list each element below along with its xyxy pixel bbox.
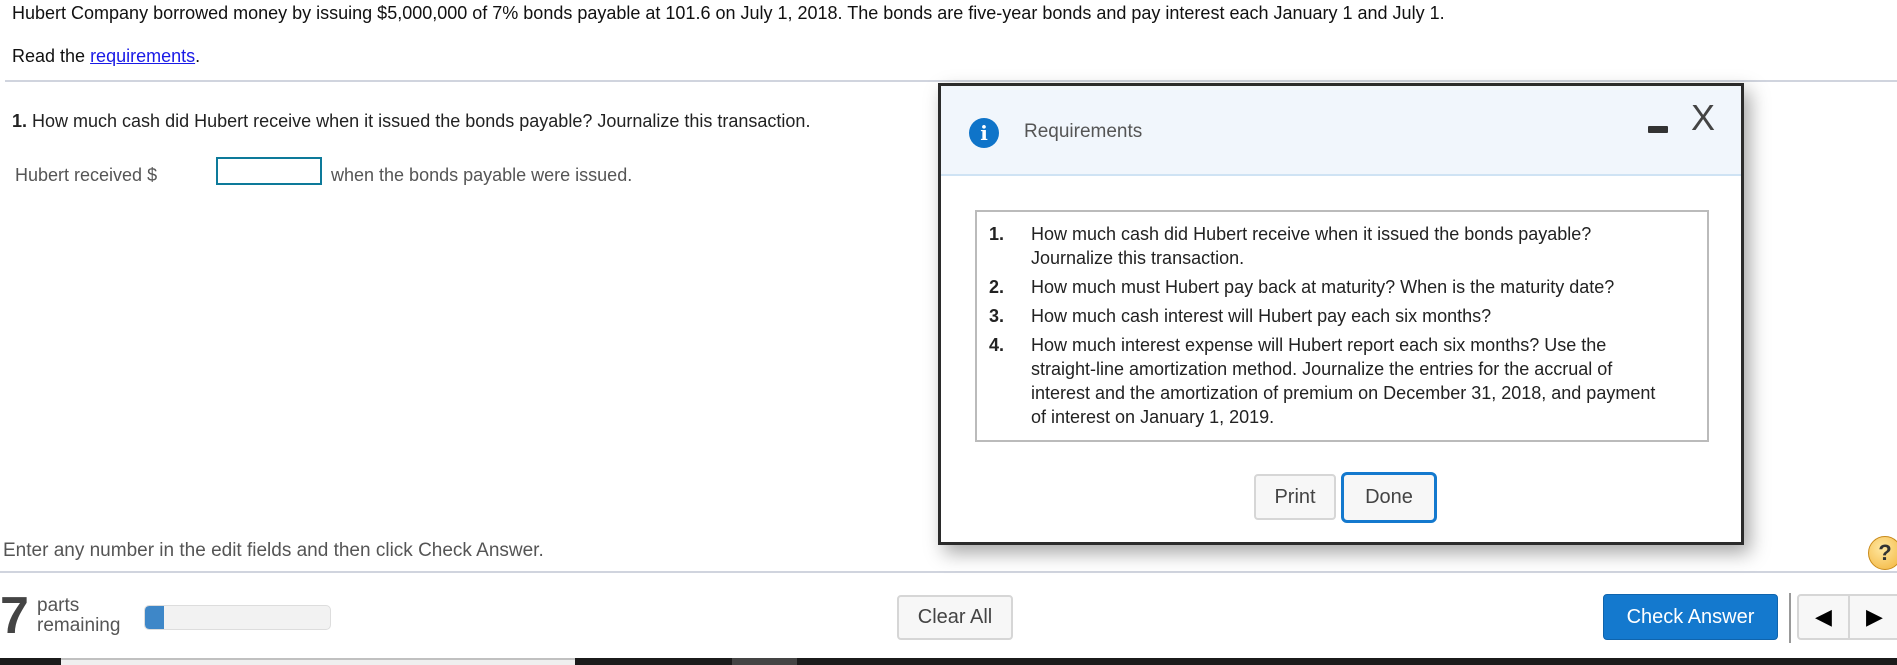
requirement-text: How much cash did Hubert receive when it… <box>1031 224 1592 268</box>
progress-fill <box>145 606 164 629</box>
requirements-link[interactable]: requirements <box>90 46 195 66</box>
print-button[interactable]: Print <box>1254 474 1336 520</box>
requirement-item: 3. How much cash interest will Hubert pay… <box>977 304 1707 328</box>
read-prefix: Read the <box>12 46 91 66</box>
requirement-text: How much cash interest will Hubert pay e… <box>1031 306 1492 326</box>
requirements-list: 1. How much cash did Hubert receive when … <box>977 212 1707 429</box>
info-icon: i <box>969 118 999 148</box>
help-icon[interactable]: ? <box>1868 536 1897 570</box>
close-icon[interactable]: X <box>1691 100 1715 136</box>
read-suffix: . <box>195 46 201 66</box>
received-label: Hubert received $ <box>15 165 158 185</box>
requirement-item: 2. How much must Hubert pay back at matur… <box>977 275 1707 299</box>
question-number: 1. <box>12 111 28 131</box>
check-answer-button[interactable]: Check Answer <box>1603 594 1778 640</box>
requirement-number: 3. <box>989 306 1005 326</box>
remaining-label: remaining <box>37 615 121 636</box>
parts-remaining-count: 7 <box>0 587 29 645</box>
clear-all-button[interactable]: Clear All <box>897 595 1013 640</box>
question-text: How much cash did Hubert receive when it… <box>27 111 811 131</box>
previous-arrow-icon[interactable]: ◀ <box>1799 596 1850 638</box>
instruction-hint: Enter any number in the edit fields and … <box>3 540 544 561</box>
requirement-text: How much interest expense will Hubert re… <box>1031 335 1656 427</box>
dialog-header: i Requirements X <box>941 86 1741 176</box>
question-heading: 1. How much cash did Hubert receive when… <box>12 111 810 132</box>
read-requirements-line: Read the requirements. <box>12 46 200 67</box>
done-button[interactable]: Done <box>1341 472 1437 523</box>
bottom-bar-segment <box>732 658 797 665</box>
bottom-bar <box>0 658 1897 665</box>
problem-statement: Hubert Company borrowed money by issuing… <box>12 3 1445 23</box>
requirements-box: 1. How much cash did Hubert receive when … <box>975 210 1709 442</box>
requirements-dialog: i Requirements X 1. How much cash did Hub… <box>938 83 1744 545</box>
requirement-item: 4. How much interest expense will Hubert … <box>977 333 1707 429</box>
bottom-bar-segment <box>61 658 575 665</box>
minimize-icon[interactable] <box>1648 126 1668 133</box>
requirement-item: 1. How much cash did Hubert receive when … <box>977 222 1707 270</box>
cash-received-input[interactable] <box>216 157 322 185</box>
requirement-number: 4. <box>989 335 1005 355</box>
question-nav: ◀ ▶ <box>1797 594 1897 640</box>
requirement-text: How much must Hubert pay back at maturit… <box>1031 277 1615 297</box>
dialog-title: Requirements <box>1024 121 1143 142</box>
button-separator <box>1789 593 1791 643</box>
next-arrow-icon[interactable]: ▶ <box>1850 596 1897 638</box>
requirement-number: 1. <box>989 224 1005 244</box>
top-divider <box>5 80 1897 82</box>
footer-divider <box>0 571 1897 573</box>
received-suffix: when the bonds payable were issued. <box>331 165 633 185</box>
parts-label: parts <box>37 595 80 616</box>
parts-remaining-label: parts remaining <box>37 596 120 636</box>
requirement-number: 2. <box>989 277 1005 297</box>
progress-bar <box>144 605 331 630</box>
